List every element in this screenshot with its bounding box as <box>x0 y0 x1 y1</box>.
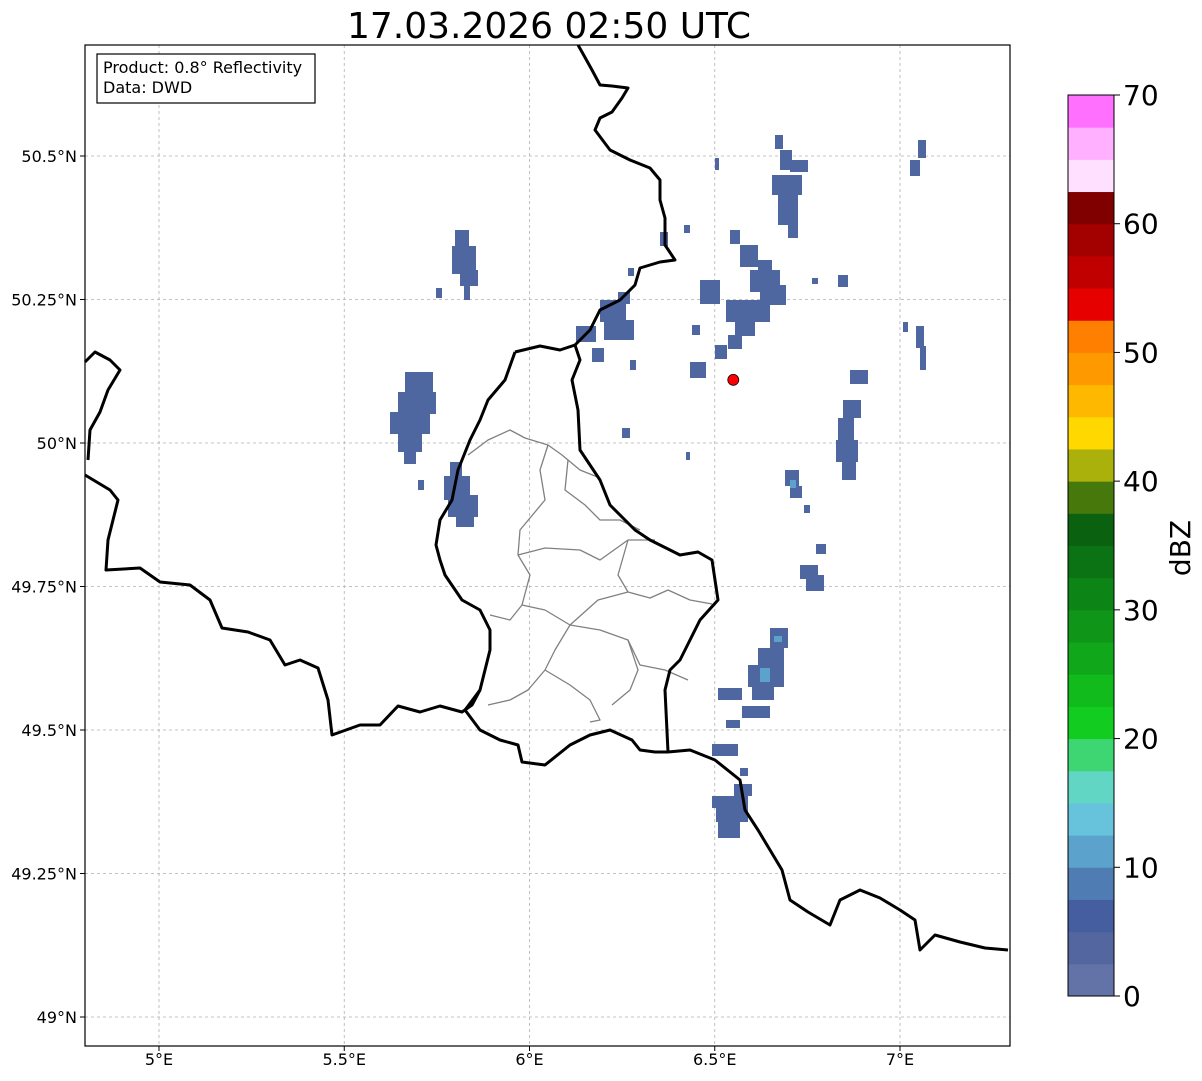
colorbar-segment <box>1068 255 1114 289</box>
colorbar-tick-label: 10 <box>1123 851 1159 884</box>
x-axis-tick-labels: 5°E 5.5°E 6°E 6.5°E 7°E <box>145 1046 914 1069</box>
colorbar-segment <box>1068 159 1114 193</box>
colorbar-segment <box>1068 867 1114 900</box>
colorbar-tick-label: 20 <box>1123 723 1159 756</box>
y-tick-label: 49.75°N <box>11 578 77 597</box>
figure-title: 17.03.2026 02:50 UTC <box>347 6 751 47</box>
colorbar-segment <box>1068 288 1114 321</box>
colorbar-tick-label: 0 <box>1123 980 1141 1013</box>
colorbar-segment <box>1068 609 1114 643</box>
x-tick-label: 6.5°E <box>693 1050 737 1069</box>
colorbar-segment <box>1068 481 1114 514</box>
colorbar-segment <box>1068 738 1114 772</box>
colorbar-segment <box>1068 674 1114 707</box>
colorbar-segment <box>1068 577 1114 611</box>
colorbar-segment <box>1068 127 1114 160</box>
x-tick-label: 5°E <box>145 1050 173 1069</box>
x-tick-label: 7°E <box>886 1050 914 1069</box>
colorbar-segment <box>1068 513 1114 546</box>
colorbar-segment <box>1068 963 1114 997</box>
colorbar-tick-label: 50 <box>1123 336 1159 369</box>
colorbar-tick-label: 60 <box>1123 208 1159 241</box>
colorbar-segment <box>1068 899 1114 933</box>
colorbar-segment <box>1068 545 1114 579</box>
colorbar-segment <box>1068 416 1114 450</box>
colorbar-segment <box>1068 95 1114 128</box>
colorbar-segment <box>1068 384 1114 418</box>
colorbar-segment <box>1068 352 1114 386</box>
y-tick-label: 50°N <box>37 434 77 453</box>
colorbar-segment <box>1068 931 1114 965</box>
colorbar-tick-label: 40 <box>1123 465 1159 498</box>
y-tick-label: 49.5°N <box>21 721 77 740</box>
y-tick-label: 50.25°N <box>11 291 77 310</box>
info-data-source: Data: DWD <box>103 78 192 97</box>
colorbar-label: dBZ <box>1164 520 1197 576</box>
colorbar-segment <box>1068 320 1114 353</box>
radar-figure: 17.03.2026 02:50 UTC Product: 0.8° Refle… <box>11 6 1197 1069</box>
colorbar-tick-label: 70 <box>1123 79 1159 112</box>
info-product: Product: 0.8° Reflectivity <box>103 58 302 77</box>
radar-site-marker <box>727 373 740 386</box>
y-tick-label: 49°N <box>37 1008 77 1027</box>
colorbar-segment <box>1068 448 1114 482</box>
colorbar-segment <box>1068 223 1114 257</box>
colorbar-segment <box>1068 770 1114 804</box>
colorbar-segment <box>1068 706 1114 740</box>
colorbar-segment <box>1068 191 1114 225</box>
info-box: Product: 0.8° Reflectivity Data: DWD <box>96 53 316 104</box>
colorbar-segment <box>1068 642 1114 675</box>
radar-site-dot <box>727 373 740 386</box>
colorbar-tick-label: 30 <box>1123 594 1159 627</box>
x-tick-label: 6°E <box>515 1050 543 1069</box>
map-panel: Product: 0.8° Reflectivity Data: DWD <box>83 44 1011 1047</box>
colorbar-segment <box>1068 835 1114 868</box>
colorbar-ticks: 0 10 20 30 40 50 60 70 <box>1114 79 1159 1013</box>
colorbar-segment <box>1068 802 1114 836</box>
y-axis-tick-labels: 49°N 49.25°N 49.5°N 49.75°N 50°N 50.25°N 50.5°… <box>11 147 85 1027</box>
y-tick-label: 50.5°N <box>21 147 77 166</box>
x-tick-label: 5.5°E <box>322 1050 366 1069</box>
colorbar <box>1067 94 1115 997</box>
y-tick-label: 49.25°N <box>11 865 77 884</box>
